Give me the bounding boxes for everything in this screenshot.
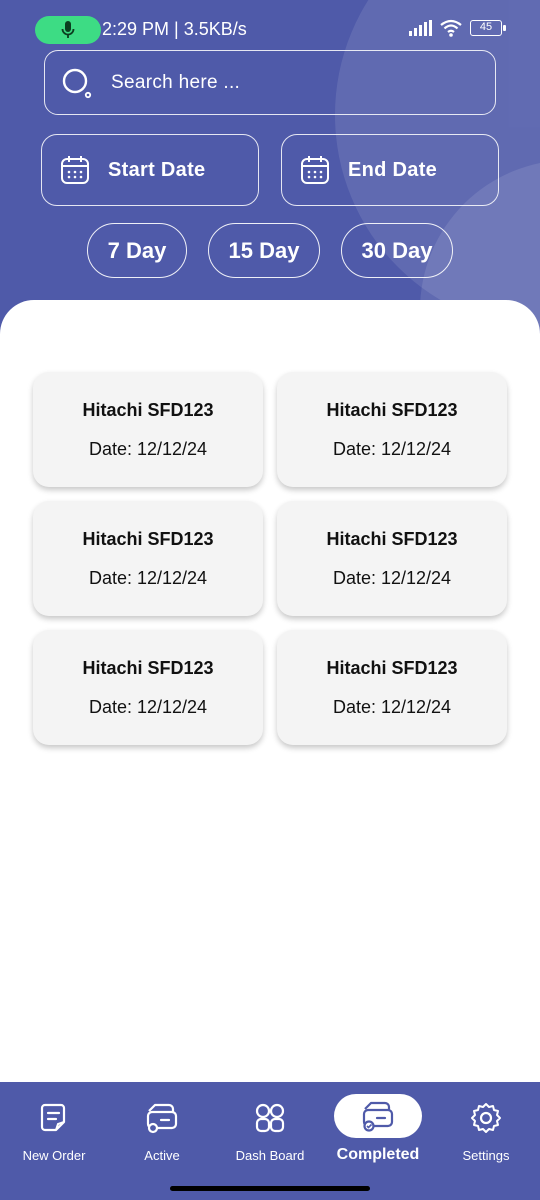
- order-title: Hitachi SFD123: [326, 529, 458, 549]
- order-card[interactable]: Hitachi SFD123 Date: 12/12/24: [277, 372, 507, 487]
- order-date: Date: 12/12/24: [88, 697, 208, 717]
- bottom-nav: New Order Active Dash Board Completed Se…: [0, 1082, 540, 1200]
- nav-settings[interactable]: Settings: [432, 1082, 540, 1172]
- search-input[interactable]: Search here ...: [44, 50, 496, 115]
- nav-label: Active: [144, 1148, 180, 1163]
- order-title: Hitachi SFD123: [326, 658, 458, 678]
- order-date: Date: 12/12/24: [332, 697, 452, 717]
- new-order-icon: [40, 1103, 66, 1132]
- dashboard-grid-icon: [255, 1103, 285, 1133]
- nav-dashboard[interactable]: Dash Board: [216, 1082, 324, 1172]
- order-list: Hitachi SFD123 Date: 12/12/24 Hitachi SF…: [0, 300, 540, 1082]
- start-date-label: Start Date: [108, 158, 206, 181]
- order-title: Hitachi SFD123: [82, 658, 214, 678]
- nav-label: New Order: [22, 1148, 86, 1163]
- range-30-day-chip[interactable]: 30 Day: [341, 223, 453, 278]
- end-date-button[interactable]: End Date: [281, 134, 499, 206]
- order-date: Date: 12/12/24: [332, 568, 452, 588]
- microphone-icon: [61, 21, 75, 38]
- range-7-day-chip[interactable]: 7 Day: [87, 223, 187, 278]
- search-placeholder: Search here ...: [111, 71, 241, 93]
- calendar-icon: [61, 156, 89, 184]
- order-card[interactable]: Hitachi SFD123 Date: 12/12/24: [33, 372, 263, 487]
- end-date-label: End Date: [348, 158, 438, 181]
- order-date: Date: 12/12/24: [88, 568, 208, 588]
- nav-label: Completed: [336, 1146, 420, 1163]
- completed-truck-icon: [362, 1101, 394, 1132]
- truck-icon: [146, 1103, 178, 1134]
- order-card[interactable]: Hitachi SFD123 Date: 12/12/24: [277, 630, 507, 745]
- order-card[interactable]: Hitachi SFD123 Date: 12/12/24: [277, 501, 507, 616]
- nav-active[interactable]: Active: [108, 1082, 216, 1172]
- order-title: Hitachi SFD123: [82, 400, 214, 420]
- status-icons: 45: [409, 19, 506, 37]
- order-title: Hitachi SFD123: [82, 529, 214, 549]
- nav-label: Settings: [462, 1148, 510, 1163]
- order-card[interactable]: Hitachi SFD123 Date: 12/12/24: [33, 630, 263, 745]
- battery-icon: 45: [470, 20, 506, 36]
- order-title: Hitachi SFD123: [326, 400, 458, 420]
- status-time-speed: 2:29 PM | 3.5KB/s: [102, 19, 247, 39]
- gear-icon: [471, 1103, 501, 1133]
- start-date-button[interactable]: Start Date: [41, 134, 259, 206]
- nav-completed[interactable]: Completed: [324, 1082, 432, 1172]
- order-date: Date: 12/12/24: [332, 439, 452, 459]
- signal-icon: [409, 20, 432, 36]
- mic-indicator: [35, 16, 101, 44]
- calendar-icon: [301, 156, 329, 184]
- range-15-day-chip[interactable]: 15 Day: [208, 223, 320, 278]
- order-card[interactable]: Hitachi SFD123 Date: 12/12/24: [33, 501, 263, 616]
- wifi-icon: [440, 19, 462, 37]
- nav-label: Dash Board: [235, 1148, 305, 1163]
- order-date: Date: 12/12/24: [88, 439, 208, 459]
- home-indicator[interactable]: [170, 1186, 370, 1191]
- search-icon: [62, 68, 92, 98]
- header: 2:29 PM | 3.5KB/s 45 Search here ... Sta…: [0, 0, 540, 340]
- nav-new-order[interactable]: New Order: [0, 1082, 108, 1172]
